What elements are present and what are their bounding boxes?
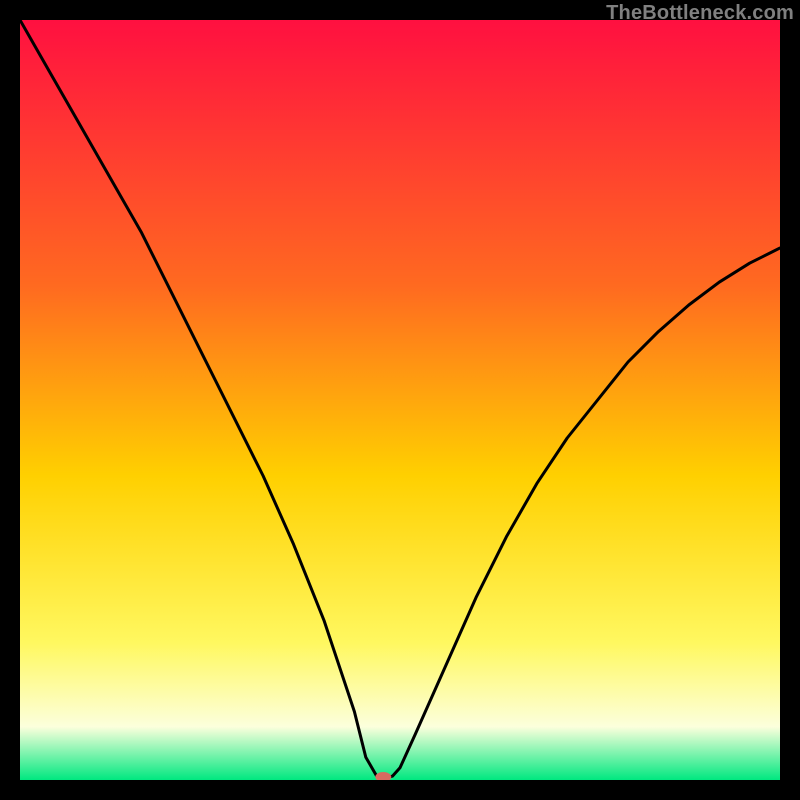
gradient-background (20, 20, 780, 780)
bottleneck-chart (20, 20, 780, 780)
chart-frame: TheBottleneck.com (0, 0, 800, 800)
